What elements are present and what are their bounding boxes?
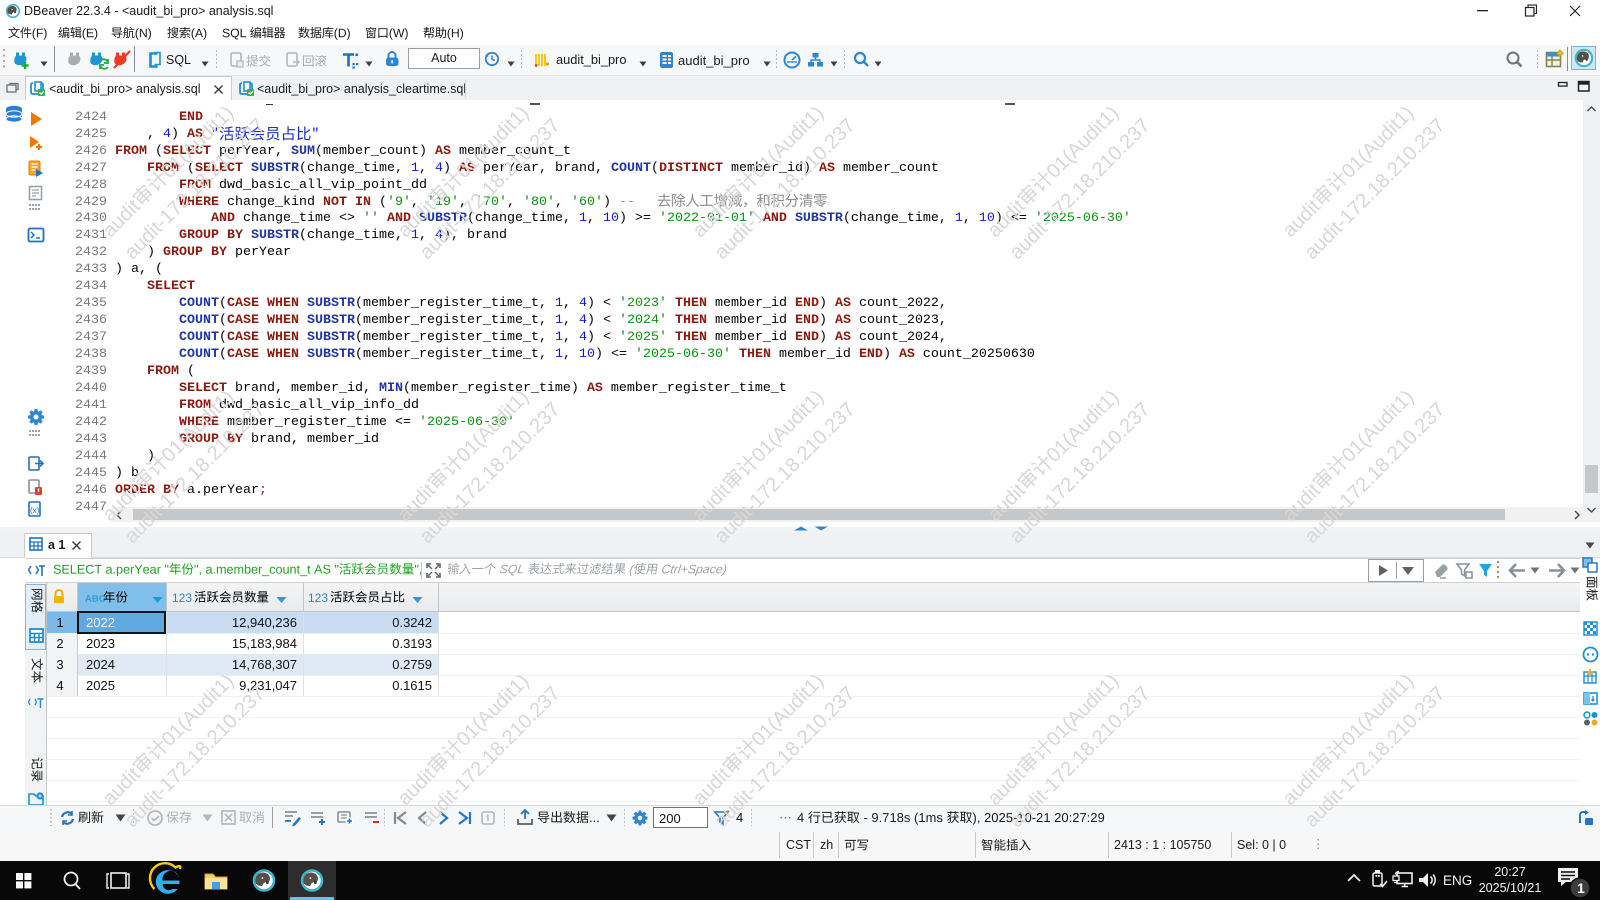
svg-text:1: 1: [1577, 880, 1585, 896]
